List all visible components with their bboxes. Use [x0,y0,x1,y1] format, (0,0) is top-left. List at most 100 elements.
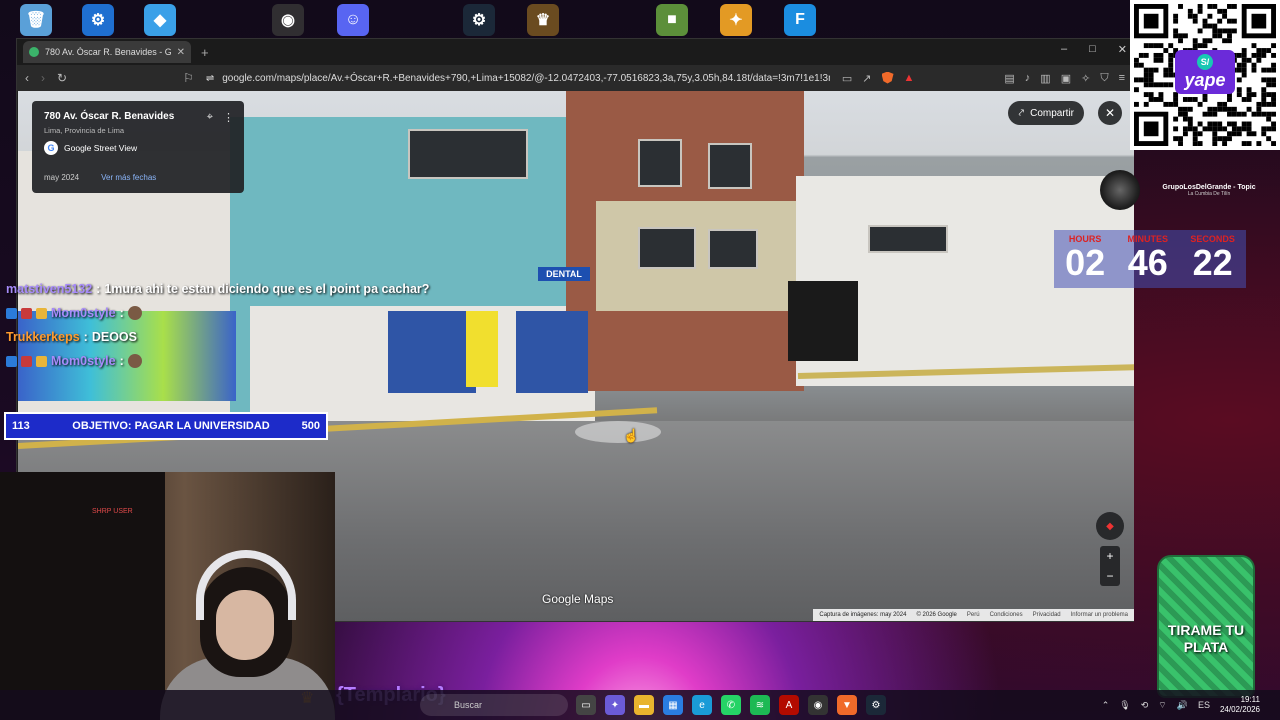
taskbar-search[interactable]: Buscar [420,694,568,716]
reader-icon[interactable]: ▤ [1004,72,1014,85]
qr-module [1271,121,1276,127]
qr-module [1271,126,1276,132]
tray-overflow-icon[interactable]: ⌃ [1102,700,1110,711]
qr-module [1231,111,1237,117]
qr-module [1212,106,1218,112]
mic-icon[interactable]: 🎙 [1119,700,1130,711]
qr-module [1168,67,1174,73]
minimize-button[interactable]: – [1061,43,1067,56]
chat-username: Mom0style [51,306,116,320]
csgo-icon[interactable]: ✦ [720,4,752,36]
new-tab-button[interactable]: + [201,45,209,60]
language-indicator[interactable]: ES [1198,700,1210,710]
edge-icon[interactable]: e [692,695,712,715]
brave-rewards-icon[interactable]: ▲ [904,72,915,85]
adobe-icon[interactable]: A [779,695,799,715]
browser-tab[interactable]: 780 Av. Óscar R. Benavides - Goo ✕ [23,41,191,63]
more-options-icon[interactable]: ⋮ [223,111,234,124]
qr-module [1241,48,1247,53]
task-view-icon[interactable]: ▭ [576,695,596,715]
qr-module [1168,43,1174,49]
qr-module [1134,101,1139,107]
location-pin-icon[interactable]: ⌖ [207,111,213,124]
more-dates-link[interactable]: Ver más fechas [101,173,156,182]
zoom-in-button[interactable]: + [1106,549,1113,563]
extensions-icon[interactable]: ✧ [1081,72,1090,85]
bookmark-icon[interactable]: ⚐ [183,71,194,85]
share-button[interactable]: ⤤ Compartir [1008,101,1084,125]
qr-module [1148,77,1154,83]
game-icon[interactable]: ♛ [527,4,559,36]
wallet-icon[interactable]: ▣ [1061,72,1071,85]
minecraft-icon[interactable]: ■ [656,4,688,36]
qr-module [1261,52,1267,58]
reload-icon[interactable]: ↻ [57,71,67,85]
qr-module [1266,126,1272,132]
qr-module [1158,43,1164,49]
close-window-button[interactable]: ✕ [1118,43,1127,56]
report-problem-link[interactable]: Informar un problema [1071,612,1128,618]
qr-module [1143,92,1149,98]
qr-module [1217,28,1223,34]
qr-module [1173,28,1179,34]
store-icon[interactable]: ▦ [663,695,683,715]
recycle-bin-icon[interactable]: 🗑 [20,4,52,36]
qr-module [1143,72,1149,78]
brave-taskbar-icon[interactable]: ▼ [837,695,857,715]
share-page-icon[interactable]: ↗ [862,72,871,85]
sidebar-icon[interactable]: ▥ [1040,72,1050,85]
qr-module [1246,126,1252,132]
close-tab-icon[interactable]: ✕ [177,47,185,58]
clock[interactable]: 19:11 24/02/2026 [1220,695,1260,715]
brave-shield-icon[interactable] [881,71,894,84]
maximize-button[interactable]: □ [1089,43,1096,56]
qr-module [1168,72,1174,78]
file-explorer-icon[interactable]: ▬ [634,695,654,715]
obs-taskbar-icon[interactable]: ◉ [808,695,828,715]
terms-link[interactable]: Condiciones [990,612,1023,618]
zoom-out-button[interactable]: − [1106,569,1113,583]
qr-module [1251,131,1257,137]
forward-arrow-icon[interactable]: › [41,71,45,85]
privacy-link[interactable]: Privacidad [1033,612,1061,618]
site-info-icon[interactable]: ⇌ [206,73,214,84]
control-panel-icon[interactable]: ⚙ [82,4,114,36]
obs-icon[interactable]: ◉ [272,4,304,36]
close-street-view-button[interactable]: ✕ [1098,101,1122,125]
qr-module [1271,52,1276,58]
location-address: 780 Av. Óscar R. Benavides [44,111,175,122]
qr-module [1261,92,1267,98]
goal-target: 500 [301,420,320,432]
qr-module [1168,52,1174,58]
sync-icon[interactable]: ⟲ [1141,700,1149,711]
music-icon[interactable]: ♪ [1025,72,1031,85]
address-bar[interactable]: ⇌ google.com/maps/place/Av.+Óscar+R.+Ben… [206,68,830,88]
qr-module [1236,67,1242,73]
copilot-icon[interactable]: ✦ [605,695,625,715]
spotify-icon[interactable]: ≋ [750,695,770,715]
country-link[interactable]: Perú [967,612,980,618]
navigation-arrow[interactable] [575,421,661,443]
back-arrow-icon[interactable]: ‹ [25,71,29,85]
app-diamond-icon[interactable]: ◆ [144,4,176,36]
qr-module [1261,48,1267,53]
chat-separator: : [83,330,88,344]
timer-value: 22 [1192,242,1233,283]
cast-icon[interactable]: ▭ [842,72,852,85]
steam-taskbar-icon[interactable]: ⚙ [866,695,886,715]
capture-date: may 2024 [44,173,80,182]
qr-module [1153,52,1159,58]
fortnite-icon[interactable]: F [784,4,816,36]
volume-icon[interactable]: 🔊 [1177,700,1188,711]
steam-icon[interactable]: ⚙ [463,4,495,36]
qr-module [1212,4,1218,9]
network-icon[interactable]: ⌔ [1158,700,1166,711]
discord-icon[interactable]: ☺ [337,4,369,36]
compass-icon[interactable]: ◆ [1096,512,1124,540]
menu-icon[interactable]: ≡ [1119,72,1125,85]
vpn-icon[interactable]: ⛉ [1100,72,1108,85]
chat-text: 1mura ahi te estan diciendo que es el po… [104,282,430,296]
chat-message: Trukkerkeps : DEOOS [6,325,476,349]
whatsapp-icon[interactable]: ✆ [721,695,741,715]
qr-module [1202,126,1208,132]
